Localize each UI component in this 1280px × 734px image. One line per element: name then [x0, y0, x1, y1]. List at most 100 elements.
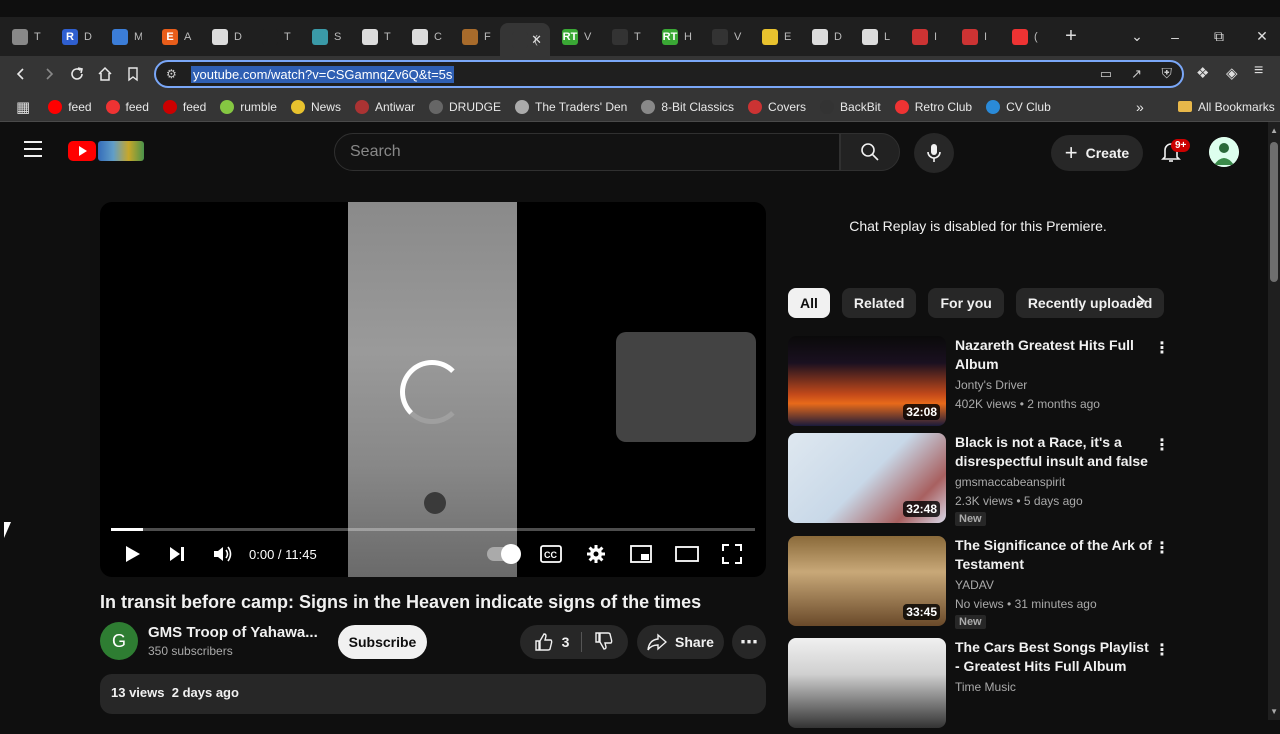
- browser-tab[interactable]: C: [400, 17, 450, 56]
- browser-tab[interactable]: D: [200, 17, 250, 56]
- video-thumbnail[interactable]: 32:48: [788, 433, 946, 523]
- video-player[interactable]: 0:00 / 11:45 CC: [100, 202, 766, 577]
- bookmark-item[interactable]: Retro Club: [894, 99, 972, 114]
- hamburger-menu-icon[interactable]: [24, 141, 42, 157]
- bookmark-item[interactable]: 8-Bit Classics: [641, 99, 734, 114]
- recommended-channel-name[interactable]: YADAV: [955, 578, 994, 592]
- create-button[interactable]: + Create: [1051, 135, 1143, 171]
- url-text[interactable]: youtube.com/watch?v=CSGamnqZv6Q&t=5s: [191, 65, 455, 83]
- browser-menu-icon[interactable]: ≡: [1254, 62, 1263, 80]
- captions-button[interactable]: CC: [540, 542, 562, 566]
- browser-tab[interactable]: T: [600, 17, 650, 56]
- browser-tab[interactable]: EA: [150, 17, 200, 56]
- video-progress-bar[interactable]: [111, 528, 755, 531]
- bookmark-item[interactable]: Covers: [748, 99, 806, 114]
- bookmark-item[interactable]: The Traders' Den: [515, 99, 627, 114]
- voice-search-button[interactable]: [914, 133, 954, 173]
- next-button[interactable]: [167, 542, 187, 566]
- cast-icon[interactable]: ▭: [1100, 66, 1112, 82]
- video-thumbnail[interactable]: 33:45: [788, 536, 946, 626]
- filter-chip[interactable]: Related: [841, 288, 917, 318]
- theater-mode-button[interactable]: [675, 542, 699, 566]
- play-button[interactable]: [122, 542, 142, 566]
- filter-chip[interactable]: For you: [928, 288, 1004, 318]
- recommended-video[interactable]: 33:45 The Significance of the Ark of Test…: [788, 536, 1170, 632]
- channel-avatar[interactable]: G: [100, 622, 138, 660]
- browser-tab[interactable]: E: [750, 17, 800, 56]
- like-button[interactable]: 3: [534, 632, 583, 652]
- restore-button[interactable]: ⧉: [1197, 17, 1241, 56]
- scroll-down-arrow[interactable]: ▼: [1270, 707, 1278, 716]
- forward-button[interactable]: [35, 60, 63, 88]
- fullscreen-button[interactable]: [722, 542, 742, 566]
- vpn-icon[interactable]: ◈: [1226, 64, 1238, 82]
- channel-name[interactable]: GMS Troop of Yahawa...: [148, 624, 318, 641]
- video-thumbnail[interactable]: [788, 638, 946, 728]
- scrollbar-thumb[interactable]: [1270, 142, 1278, 282]
- bookmarks-overflow-button[interactable]: »: [1136, 99, 1144, 115]
- recommended-video[interactable]: 32:48 Black is not a Race, it's a disresp…: [788, 433, 1170, 529]
- more-vertical-icon[interactable]: ⋮: [1154, 435, 1170, 455]
- bookmark-item[interactable]: BackBit: [820, 99, 881, 114]
- close-tab-icon[interactable]: ✕: [531, 32, 542, 48]
- miniplayer-button[interactable]: [630, 542, 652, 566]
- address-bar[interactable]: ⚙ youtube.com/watch?v=CSGamnqZv6Q&t=5s ▭…: [154, 60, 1184, 88]
- apps-grid-icon[interactable]: ▦: [16, 98, 30, 116]
- minimize-button[interactable]: –: [1153, 17, 1197, 56]
- close-window-button[interactable]: ✕: [1240, 17, 1280, 56]
- more-vertical-icon[interactable]: ⋮: [1154, 338, 1170, 358]
- search-input[interactable]: [350, 143, 800, 161]
- site-info-icon[interactable]: ⚙: [166, 67, 177, 81]
- browser-tab[interactable]: T: [350, 17, 400, 56]
- settings-button[interactable]: [586, 542, 606, 566]
- chips-next-button[interactable]: [1135, 294, 1147, 313]
- more-actions-button[interactable]: ⋯: [732, 625, 766, 659]
- bookmark-item[interactable]: News: [290, 99, 341, 114]
- all-bookmarks-folder[interactable]: All Bookmarks: [1178, 100, 1275, 114]
- browser-tab[interactable]: V: [700, 17, 750, 56]
- bookmark-star-button[interactable]: [119, 60, 147, 88]
- recommended-video-title[interactable]: Black is not a Race, it's a disrespectfu…: [955, 433, 1155, 471]
- bookmark-item[interactable]: feed: [48, 99, 92, 114]
- scroll-up-arrow[interactable]: ▲: [1270, 126, 1278, 135]
- bookmark-item[interactable]: Antiwar: [354, 99, 415, 114]
- bookmark-item[interactable]: DRUDGE: [428, 99, 501, 114]
- autoplay-toggle[interactable]: [487, 542, 521, 566]
- more-vertical-icon[interactable]: ⋮: [1154, 640, 1170, 660]
- filter-chip[interactable]: All: [788, 288, 830, 318]
- recommended-video-title[interactable]: The Cars Best Songs Playlist - Greatest …: [955, 638, 1155, 676]
- recommended-channel-name[interactable]: Time Music: [955, 680, 1016, 694]
- browser-tab[interactable]: T: [250, 17, 300, 56]
- recommended-channel-name[interactable]: gmsmaccabeanspirit: [955, 475, 1065, 489]
- browser-tab[interactable]: RT V: [550, 17, 600, 56]
- recommended-video-title[interactable]: The Significance of the Ark of Testament: [955, 536, 1155, 574]
- browser-tab[interactable]: (✕: [500, 23, 550, 56]
- youtube-logo[interactable]: [68, 141, 144, 161]
- recommended-video[interactable]: 32:08 Nazareth Greatest Hits Full Album Jo…: [788, 336, 1170, 432]
- browser-tab[interactable]: L: [850, 17, 900, 56]
- browser-tab[interactable]: I: [950, 17, 1000, 56]
- bookmark-item[interactable]: CV Club: [986, 99, 1051, 114]
- search-button[interactable]: [840, 133, 900, 171]
- bookmark-item[interactable]: feed: [162, 99, 206, 114]
- brave-shield-icon[interactable]: ⛨: [1162, 65, 1173, 82]
- extensions-icon[interactable]: ❖: [1196, 64, 1209, 82]
- browser-tab[interactable]: T: [0, 17, 50, 56]
- bookmark-item[interactable]: rumble: [220, 99, 277, 114]
- new-tab-button[interactable]: +: [1056, 25, 1086, 48]
- browser-tab[interactable]: M: [100, 17, 150, 56]
- account-avatar[interactable]: [1209, 137, 1239, 167]
- share-button[interactable]: Share: [637, 625, 724, 659]
- browser-tab[interactable]: RD: [50, 17, 100, 56]
- browser-tab[interactable]: RT H: [650, 17, 700, 56]
- home-button[interactable]: [91, 60, 119, 88]
- more-vertical-icon[interactable]: ⋮: [1154, 538, 1170, 558]
- recommended-channel-name[interactable]: Jonty's Driver: [955, 378, 1027, 392]
- browser-tab[interactable]: S: [300, 17, 350, 56]
- search-box[interactable]: [334, 133, 840, 171]
- volume-button[interactable]: [212, 542, 234, 566]
- browser-tab[interactable]: I: [900, 17, 950, 56]
- reload-button[interactable]: [63, 60, 91, 88]
- subscribe-button[interactable]: Subscribe: [338, 625, 427, 659]
- back-button[interactable]: [7, 60, 35, 88]
